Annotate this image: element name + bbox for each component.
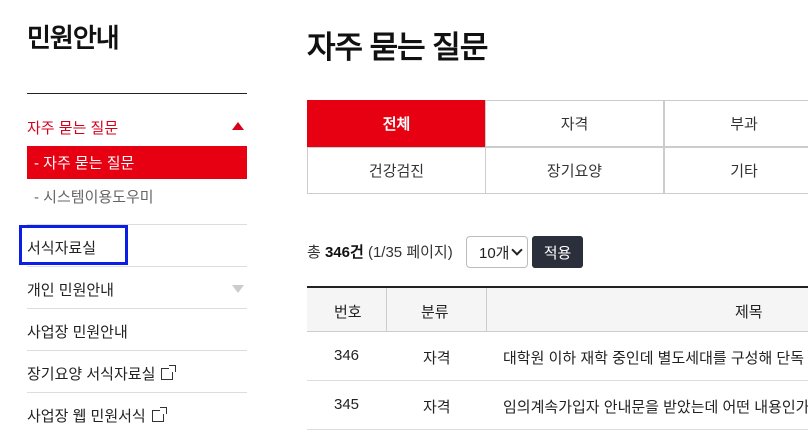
submenu-item-faq[interactable]: - 자주 묻는 질문	[27, 146, 247, 179]
header-category: 분류	[421, 304, 449, 321]
external-link-icon	[151, 407, 167, 422]
sidebar-divider	[27, 350, 247, 351]
sidebar-item-business-web[interactable]: 사업장 웹 민원서식	[27, 403, 247, 427]
expand-icon	[232, 285, 244, 293]
page-title: 자주 묻는 질문	[307, 30, 488, 65]
submenu-item-system-help[interactable]: - 시스템이용도우미	[34, 186, 154, 207]
sidebar-item-label: 사업장 웹 민원서식	[27, 408, 146, 425]
page-size-select[interactable]: 10개	[466, 236, 528, 268]
tab-all[interactable]: 전체	[307, 100, 486, 147]
total-count: 346건	[324, 244, 364, 261]
sidebar-divider	[27, 308, 247, 309]
sidebar-item-label: 사업장 민원안내	[27, 324, 128, 341]
table-header: 번호 분류 제목	[307, 286, 808, 332]
collapse-icon	[232, 122, 244, 130]
header-title: 제목	[735, 304, 763, 321]
row-title-link[interactable]: 대학원 이하 재학 중인데 별도세대를 구성해 단독 세대…	[503, 347, 808, 368]
row-title-link[interactable]: 임의계속가입자 안내문을 받았는데 어떤 내용인가요?	[503, 396, 808, 417]
tab-levy[interactable]: 부과	[664, 100, 808, 147]
sidebar-divider	[27, 93, 247, 94]
apply-button[interactable]: 적용	[532, 236, 583, 268]
row-category: 자격	[423, 399, 451, 416]
tab-health-checkup[interactable]: 건강검진	[307, 147, 486, 194]
table-row[interactable]: 345 자격 임의계속가입자 안내문을 받았는데 어떤 내용인가요?	[307, 381, 808, 430]
row-number: 345	[334, 396, 360, 413]
tab-eligibility[interactable]: 자격	[485, 100, 664, 147]
tab-other[interactable]: 기타	[664, 147, 808, 194]
tab-long-term-care[interactable]: 장기요양	[485, 147, 664, 194]
page-info: (1/35 페이지)	[363, 244, 453, 261]
summary-prefix: 총	[307, 244, 325, 261]
sidebar-divider	[27, 266, 247, 267]
chevron-down-icon	[511, 244, 523, 256]
page-size-value: 10개	[479, 244, 510, 262]
sidebar-item-label: 개인 민원안내	[27, 282, 114, 299]
sidebar-item-label: 장기요양 서식자료실	[27, 366, 156, 383]
external-link-icon	[161, 365, 177, 380]
sidebar-item-business[interactable]: 사업장 민원안내	[27, 319, 247, 343]
row-category: 자격	[423, 350, 451, 367]
sidebar-item-label: 자주 묻는 질문	[27, 120, 119, 137]
header-number: 번호	[334, 304, 362, 321]
table-row[interactable]: 346 자격 대학원 이하 재학 중인데 별도세대를 구성해 단독 세대…	[307, 332, 808, 381]
sidebar-item-ltc-forms[interactable]: 장기요양 서식자료실	[27, 361, 247, 385]
sidebar-item-personal[interactable]: 개인 민원안내	[27, 277, 247, 301]
sidebar-item-faq[interactable]: 자주 묻는 질문	[27, 114, 247, 138]
sidebar-title: 민원안내	[27, 23, 120, 53]
category-tabs: 전체 자격 부과 건강검진 장기요양 기타	[307, 100, 808, 195]
sidebar-divider	[27, 392, 247, 393]
submenu-item-label: - 자주 묻는 질문	[34, 155, 135, 172]
highlight-box	[19, 225, 128, 265]
result-summary: 총 346건 (1/35 페이지)	[307, 241, 453, 262]
row-number: 346	[334, 347, 360, 364]
